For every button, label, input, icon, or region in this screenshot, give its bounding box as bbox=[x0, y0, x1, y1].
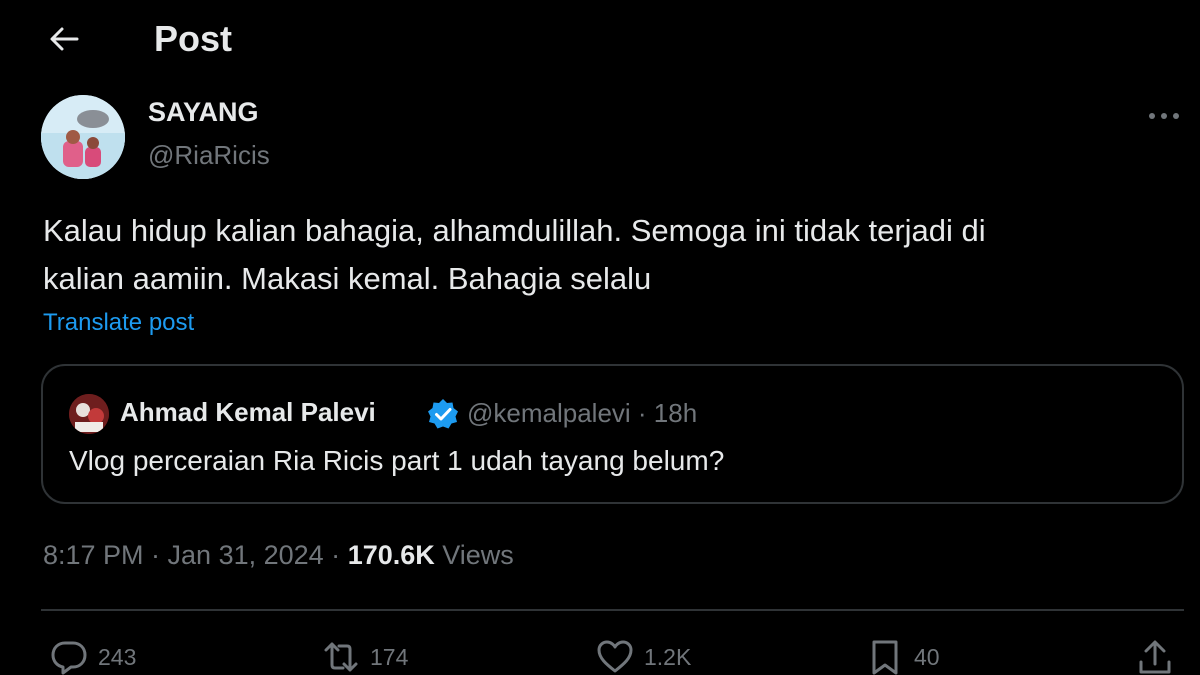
like-button[interactable]: 1.2K bbox=[596, 638, 691, 675]
repost-icon bbox=[324, 642, 358, 672]
views-label: Views bbox=[434, 540, 514, 570]
repost-button[interactable]: 174 bbox=[322, 638, 408, 675]
more-options-button[interactable] bbox=[1144, 100, 1184, 132]
page-title: Post bbox=[154, 18, 233, 59]
verified-badge-icon bbox=[428, 399, 458, 429]
share-button[interactable] bbox=[1136, 638, 1174, 675]
back-button[interactable] bbox=[44, 22, 84, 56]
translate-post-link[interactable]: Translate post bbox=[43, 309, 194, 337]
post-text-line: kalian aamiin. Makasi kemal. Bahagia sel… bbox=[43, 261, 652, 296]
bookmark-button[interactable]: 40 bbox=[866, 638, 940, 675]
quoted-post-card[interactable]: Ahmad Kemal Palevi @kemalpalevi · 18h Vl… bbox=[41, 364, 1184, 504]
post-detail-page: Post SAYANG @RiaRicis Kalau hidup kalian… bbox=[0, 0, 1200, 675]
quote-author-avatar bbox=[69, 394, 109, 434]
views-count: 170.6K bbox=[347, 540, 435, 570]
quote-author-name: Ahmad Kemal Palevi bbox=[120, 397, 376, 427]
header: Post bbox=[0, 0, 1200, 80]
post-text-line: Kalau hidup kalian bahagia, alhamdulilla… bbox=[43, 213, 986, 248]
bookmark-icon bbox=[872, 640, 898, 675]
post-text: Kalau hidup kalian bahagia, alhamdulilla… bbox=[43, 207, 1163, 303]
heart-icon bbox=[597, 640, 633, 673]
bookmark-count: 40 bbox=[914, 643, 940, 670]
quote-avatar-image bbox=[69, 394, 109, 434]
author-handle[interactable]: @RiaRicis bbox=[148, 140, 270, 171]
post-meta: 8:17 PM · Jan 31, 2024 · 170.6K Views bbox=[43, 540, 514, 571]
reply-button[interactable]: 243 bbox=[50, 638, 136, 675]
more-horizontal-icon bbox=[1149, 113, 1179, 119]
action-bar: 243 174 1.2K 40 bbox=[0, 630, 1200, 675]
divider bbox=[41, 609, 1184, 611]
reply-count: 243 bbox=[98, 643, 137, 670]
quote-author-handle-time: @kemalpalevi · 18h bbox=[467, 398, 698, 428]
like-count: 1.2K bbox=[644, 643, 692, 670]
repost-count: 174 bbox=[370, 643, 409, 670]
post-timestamp[interactable]: 8:17 PM · Jan 31, 2024 · bbox=[43, 540, 348, 570]
arrow-left-icon bbox=[50, 27, 79, 51]
author-avatar[interactable] bbox=[41, 95, 125, 179]
share-icon bbox=[1139, 640, 1171, 674]
avatar-image bbox=[41, 95, 125, 179]
author-display-name[interactable]: SAYANG bbox=[148, 97, 259, 128]
reply-icon bbox=[51, 641, 87, 675]
quote-text: Vlog perceraian Ria Ricis part 1 udah ta… bbox=[69, 445, 725, 476]
